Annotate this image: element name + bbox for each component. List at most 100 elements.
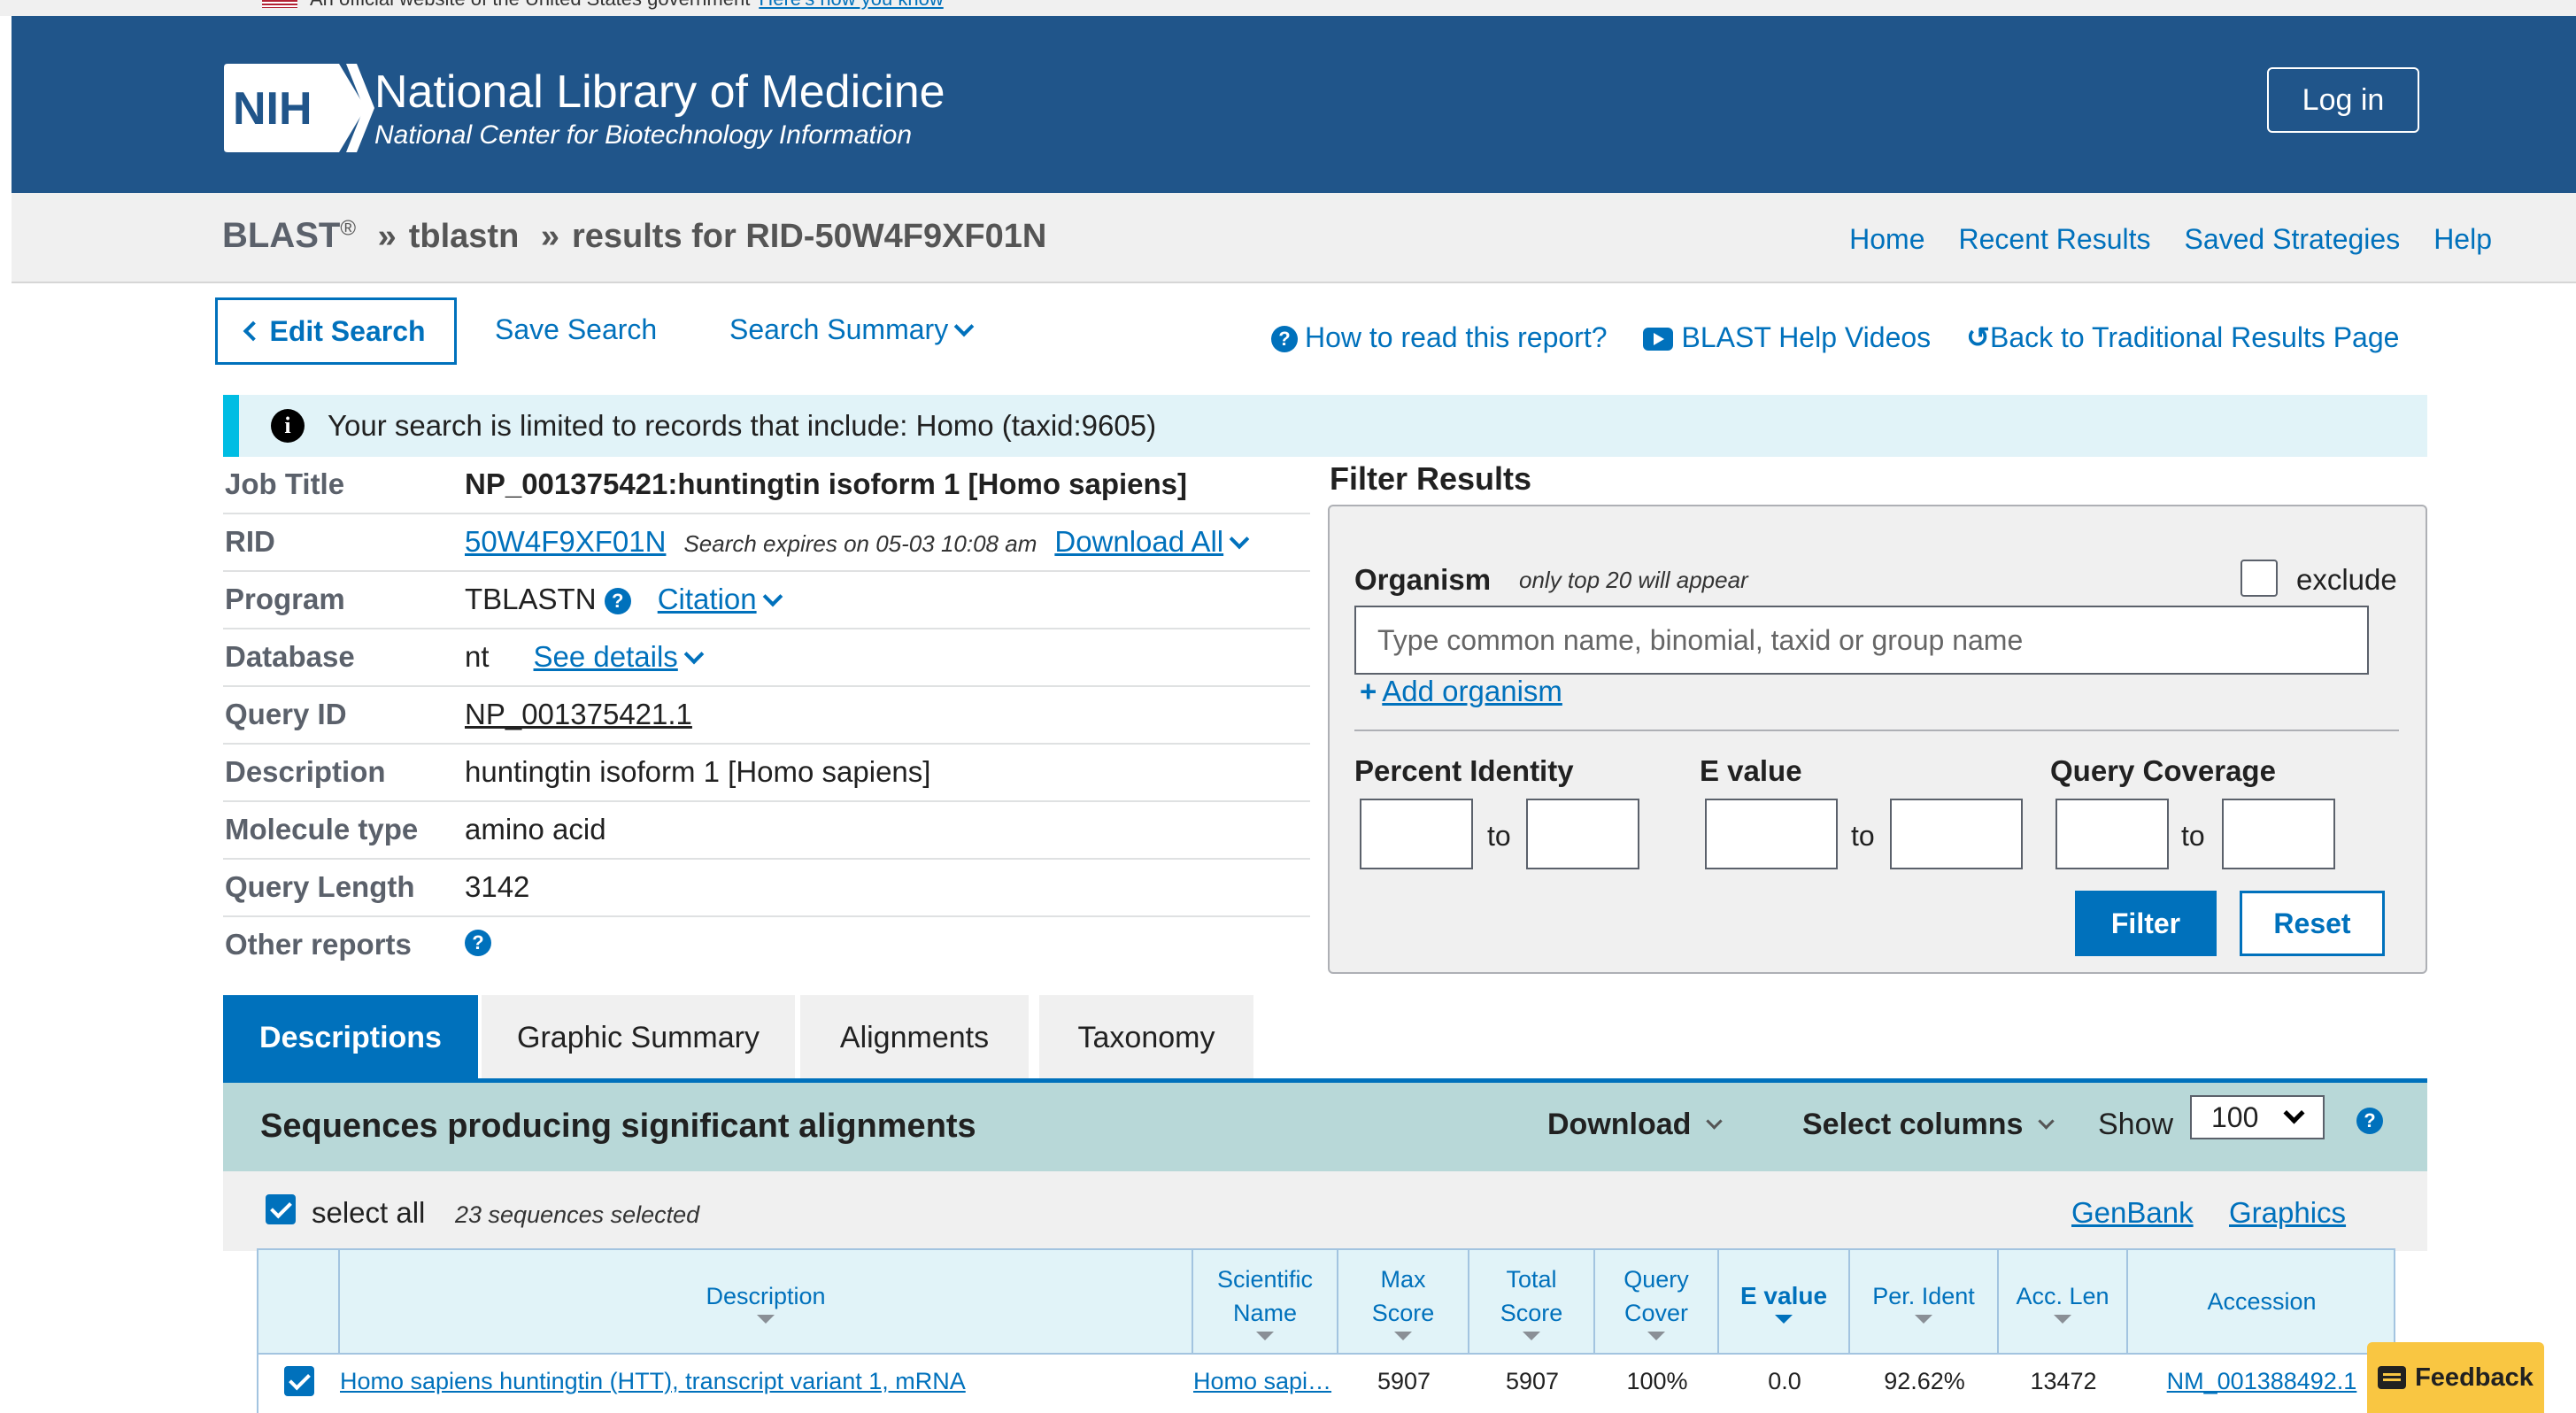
query-coverage-label: Query Coverage — [2050, 754, 2276, 787]
filter-button[interactable]: Filter — [2075, 891, 2217, 956]
row-accession: NM_001388492.1 — [2166, 1367, 2357, 1394]
edit-search-label: Edit Search — [269, 314, 426, 347]
row-acc-len: 13472 — [2030, 1367, 2097, 1394]
chat-icon — [2378, 1366, 2407, 1389]
results-table: Description Scientific Name Max Score Tota… — [257, 1248, 2395, 1413]
rid-label: RID — [225, 525, 275, 558]
row-description: Homo sapiens huntingtin (HTT), transcrip… — [340, 1367, 966, 1394]
question-icon[interactable]: ? — [604, 588, 631, 615]
query-id-link[interactable]: NP_001375421.1 — [465, 698, 692, 731]
tab-taxonomy[interactable]: Taxonomy — [1039, 995, 1253, 1080]
filter-results-title: Filter Results — [1330, 460, 1532, 497]
job-title-value: NP_001375421:huntingtin isoform 1 [Homo … — [465, 467, 1188, 500]
job-row-molecule: Molecule type amino acid — [223, 802, 1310, 860]
help-links: ? How to read this report? BLAST Help Vid… — [1271, 320, 2399, 354]
graphics-link[interactable]: Graphics — [2229, 1196, 2346, 1230]
rid-link[interactable]: 50W4F9XF01N — [465, 525, 666, 558]
query-coverage-to-input[interactable] — [2222, 799, 2335, 869]
header-e-value[interactable]: E value — [1719, 1250, 1850, 1353]
nih-logo-icon[interactable]: NIH — [224, 64, 374, 152]
sort-arrow-icon — [1523, 1332, 1540, 1340]
download-dropdown[interactable]: Download — [1547, 1108, 1724, 1142]
header-scientific-label-1: Scientific — [1216, 1266, 1314, 1293]
show-count-select[interactable]: 100 — [2190, 1095, 2325, 1139]
query-length-label: Query Length — [225, 870, 415, 903]
header-acc-len[interactable]: Acc. Len — [1999, 1250, 2128, 1353]
exclude-checkbox[interactable] — [2241, 560, 2278, 597]
tab-graphic-summary[interactable]: Graphic Summary — [482, 995, 795, 1080]
row-accession-link[interactable]: NM_001388492.1 — [2128, 1355, 2394, 1408]
molecule-value: amino acid — [465, 813, 606, 845]
see-details-link[interactable]: See details — [534, 640, 678, 673]
breadcrumb-program[interactable]: tblastn — [409, 218, 520, 255]
organism-hint: only top 20 will appear — [1519, 567, 1748, 593]
chevron-down-icon[interactable] — [762, 586, 783, 607]
search-summary-dropdown[interactable]: Search Summary — [729, 313, 975, 346]
site-subtitle: National Center for Biotechnology Inform… — [374, 120, 913, 150]
site-title[interactable]: National Library of Medicine — [374, 66, 945, 119]
e-value-from-input[interactable] — [1705, 799, 1838, 869]
job-row-program: Program TBLASTN ? Citation — [223, 572, 1310, 629]
download-all-link[interactable]: Download All — [1054, 525, 1223, 558]
select-all-checkbox[interactable] — [266, 1194, 296, 1224]
organism-input[interactable]: Type common name, binomial, taxid or gro… — [1354, 606, 2369, 675]
nav-help[interactable]: Help — [2433, 223, 2492, 256]
row-scientific-name-link[interactable]: Homo sapi… — [1193, 1355, 1338, 1408]
back-traditional-link[interactable]: ↺Back to Traditional Results Page — [1966, 320, 2399, 354]
add-organism-label: Add organism — [1382, 675, 1562, 707]
percent-identity-from-input[interactable] — [1360, 799, 1473, 869]
row-description-link[interactable]: Homo sapiens huntingtin (HTT), transcrip… — [340, 1355, 1181, 1408]
program-value: TBLASTN — [465, 583, 597, 615]
header-max-score[interactable]: Max Score — [1338, 1250, 1469, 1353]
login-button[interactable]: Log in — [2267, 67, 2419, 133]
query-coverage-from-input[interactable] — [2055, 799, 2169, 869]
how-to-read-link[interactable]: ? How to read this report? — [1271, 321, 1608, 354]
video-icon — [1642, 328, 1673, 351]
breadcrumb-blast[interactable]: BLAST — [222, 216, 340, 255]
question-icon[interactable]: ? — [2356, 1108, 2383, 1134]
header-query-label-2: Cover — [1623, 1300, 1689, 1326]
feedback-button[interactable]: Feedback — [2367, 1342, 2544, 1413]
tab-alignments[interactable]: Alignments — [800, 995, 1029, 1080]
e-value-label: E value — [1700, 754, 1802, 787]
header-scientific-name[interactable]: Scientific Name — [1193, 1250, 1338, 1353]
search-summary-label: Search Summary — [729, 313, 949, 345]
nav-saved-strategies[interactable]: Saved Strategies — [2184, 223, 2400, 256]
header-total-score[interactable]: Total Score — [1469, 1250, 1595, 1353]
chevron-down-icon[interactable] — [1229, 529, 1250, 550]
row-e-value: 0.0 — [1768, 1367, 1801, 1394]
add-organism-link[interactable]: + Add organism — [1360, 675, 1562, 708]
help-videos-label: BLAST Help Videos — [1681, 320, 1932, 353]
citation-link[interactable]: Citation — [658, 583, 757, 615]
header-description[interactable]: Description — [340, 1250, 1193, 1353]
e-value-to-input[interactable] — [1890, 799, 2023, 869]
select-all-label[interactable]: select all — [312, 1196, 425, 1230]
genbank-link[interactable]: GenBank — [2071, 1196, 2194, 1230]
header-query-cover[interactable]: Query Cover — [1595, 1250, 1719, 1353]
question-icon[interactable]: ? — [465, 930, 491, 957]
plus-icon: + — [1360, 675, 1377, 707]
registered-mark: ® — [340, 216, 357, 241]
description-value: huntingtin isoform 1 [Homo sapiens] — [465, 755, 931, 788]
header-accession[interactable]: Accession — [2128, 1250, 2394, 1353]
nav-home[interactable]: Home — [1849, 223, 1924, 256]
sort-arrow-icon — [1915, 1315, 1932, 1324]
select-columns-dropdown[interactable]: Select columns — [1802, 1108, 2055, 1142]
header-per-ident[interactable]: Per. Ident — [1850, 1250, 1999, 1353]
gov-banner-link[interactable]: Here's how you know — [759, 0, 943, 10]
chevron-down-icon[interactable] — [683, 644, 705, 665]
gov-banner: An official website of the United States… — [0, 0, 2576, 16]
header-description-label: Description — [706, 1283, 826, 1309]
tab-descriptions[interactable]: Descriptions — [223, 995, 478, 1080]
percent-identity-to-input[interactable] — [1526, 799, 1639, 869]
job-row-query-id: Query ID NP_001375421.1 — [223, 687, 1310, 745]
edit-search-button[interactable]: Edit Search — [215, 297, 457, 365]
save-search-link[interactable]: Save Search — [495, 313, 657, 346]
feedback-label: Feedback — [2415, 1363, 2534, 1392]
row-checkbox[interactable] — [284, 1366, 314, 1396]
reset-button[interactable]: Reset — [2240, 891, 2385, 956]
sort-arrow-icon — [1256, 1332, 1274, 1340]
nav-recent-results[interactable]: Recent Results — [1959, 223, 2151, 256]
help-videos-link[interactable]: BLAST Help Videos — [1642, 320, 1932, 354]
to-label: to — [1487, 820, 1511, 852]
